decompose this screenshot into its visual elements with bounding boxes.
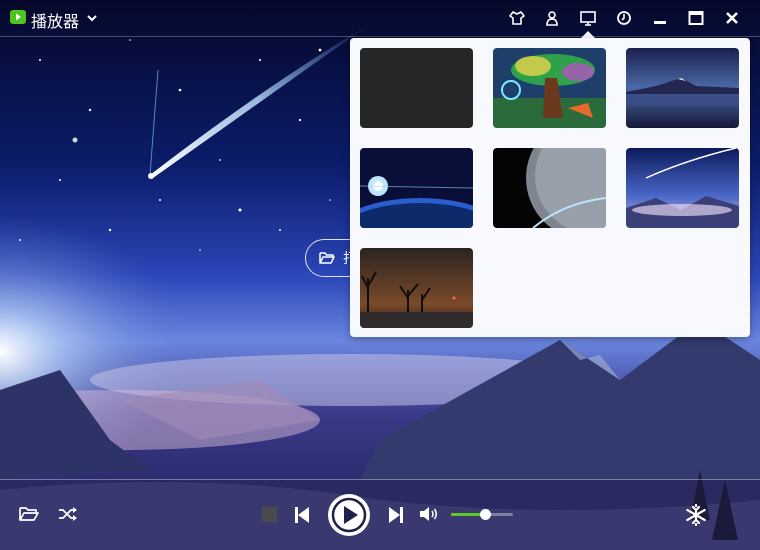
title-bar: 播放器: [0, 0, 760, 37]
maximize-icon: [688, 11, 704, 25]
minimize-button[interactable]: [650, 8, 670, 28]
effects-button[interactable]: [684, 503, 708, 527]
skin-icon: [509, 11, 525, 25]
app-title[interactable]: 播放器: [31, 8, 79, 32]
open-folder-button[interactable]: [18, 504, 40, 524]
next-button[interactable]: [388, 506, 404, 523]
folder-open-icon: [319, 252, 335, 264]
shuffle-icon: [59, 507, 77, 521]
skin-thumbnail-planet[interactable]: [493, 148, 606, 228]
snowflake-icon: [686, 504, 706, 526]
maximize-button[interactable]: [686, 8, 706, 28]
previous-button[interactable]: [294, 506, 310, 523]
clock-icon: [617, 11, 631, 25]
user-icon: [546, 11, 558, 26]
chevron-down-icon[interactable]: [86, 12, 98, 24]
skin-thumbnail-night-trees[interactable]: [360, 248, 473, 328]
monitor-button[interactable]: [578, 8, 598, 28]
active-indicator: [581, 31, 595, 38]
control-bar-divider: [0, 479, 760, 480]
skin-thumbnail-dark[interactable]: [360, 48, 473, 128]
stop-icon: [262, 507, 277, 522]
volume-button[interactable]: [419, 505, 439, 523]
close-icon: [726, 12, 738, 24]
skin-thumbnail-starry-mountains[interactable]: [626, 148, 739, 228]
skin-panel: [350, 38, 750, 337]
skin-button[interactable]: [507, 8, 527, 28]
skin-thumbnail-fantasy-tree[interactable]: [493, 48, 606, 128]
close-button[interactable]: [722, 8, 742, 28]
app-logo-icon: [10, 10, 26, 24]
skip-previous-icon: [295, 506, 309, 523]
stop-button[interactable]: [262, 507, 277, 522]
play-button[interactable]: [326, 492, 372, 538]
shuffle-button[interactable]: [57, 504, 79, 524]
skin-thumbnail-mountain-lake[interactable]: [626, 48, 739, 128]
skin-thumbnail-earth-sunrise[interactable]: [360, 148, 473, 228]
monitor-icon: [580, 11, 596, 26]
play-icon: [328, 494, 370, 536]
volume-slider[interactable]: [451, 509, 513, 520]
folder-open-icon: [19, 507, 39, 521]
minimize-icon: [654, 21, 666, 24]
skip-next-icon: [389, 506, 403, 523]
user-button[interactable]: [542, 8, 562, 28]
timer-button[interactable]: [614, 8, 634, 28]
volume-icon: [420, 507, 438, 521]
